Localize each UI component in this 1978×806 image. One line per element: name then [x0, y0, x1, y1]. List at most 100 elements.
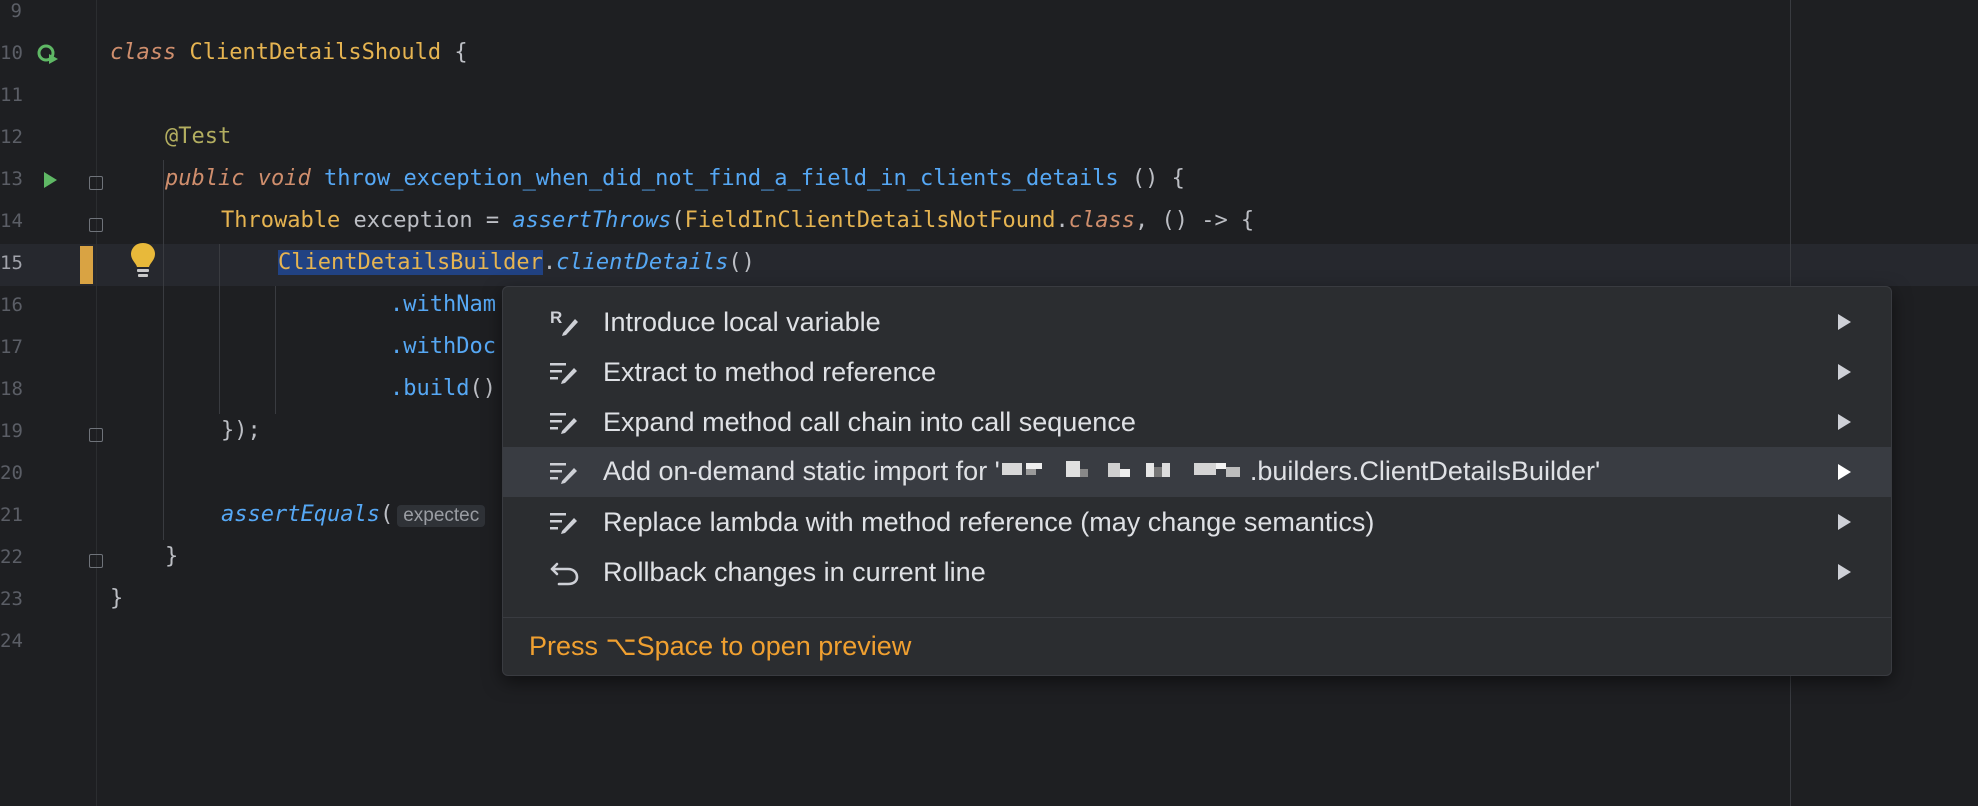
code-text: });	[221, 418, 261, 443]
line-number: 10	[0, 42, 23, 64]
line-number: 23	[0, 588, 23, 610]
line-number: 19	[0, 420, 23, 442]
fold-marker-icon[interactable]	[89, 428, 103, 442]
annotation: @Test	[165, 124, 232, 149]
intention-actions-popup[interactable]: R Introduce local variable Extract to me…	[502, 286, 1892, 676]
popup-footer-divider	[503, 617, 1891, 618]
intention-item-label: Expand method call chain into call seque…	[603, 406, 1136, 437]
line-number: 15	[0, 252, 23, 274]
parameter-hint: expectec	[397, 505, 486, 527]
edit-lines-icon	[545, 357, 585, 387]
submenu-arrow-icon[interactable]	[1838, 514, 1851, 530]
code-text: () {	[1118, 166, 1185, 191]
method-call: assertThrows	[512, 208, 672, 233]
code-line-22[interactable]: }	[165, 544, 178, 569]
submenu-arrow-icon[interactable]	[1838, 314, 1851, 330]
method-call: assertEquals	[221, 502, 380, 527]
code-text: ()	[469, 376, 496, 401]
code-text: (	[671, 208, 685, 233]
refactor-icon: R	[545, 307, 585, 337]
intention-item-rollback-changes[interactable]: Rollback changes in current line	[503, 547, 1891, 597]
line-number: 21	[0, 504, 23, 526]
intention-item-label: Replace lambda with method reference (ma…	[603, 506, 1375, 537]
run-test-icon[interactable]	[44, 172, 57, 188]
intention-item-label: Add on-demand static import for ' .build…	[603, 456, 1600, 488]
code-line-10[interactable]: class ClientDetailsShould {	[110, 40, 468, 65]
edit-lines-icon	[545, 407, 585, 437]
code-line-15[interactable]: ClientDetailsBuilder.clientDetails()	[278, 250, 755, 275]
submenu-arrow-icon[interactable]	[1838, 464, 1851, 480]
line-number: 14	[0, 210, 23, 232]
code-line-23[interactable]: }	[110, 586, 123, 611]
intention-item-label: Extract to method reference	[603, 356, 937, 387]
line-number: 17	[0, 336, 23, 358]
submenu-arrow-icon[interactable]	[1838, 564, 1851, 580]
change-marker[interactable]	[80, 246, 93, 284]
code-text: , () -> {	[1134, 208, 1255, 233]
keyword: class	[110, 40, 177, 65]
intention-item-replace-lambda[interactable]: Replace lambda with method reference (ma…	[503, 497, 1891, 547]
line-number: 9	[10, 0, 22, 22]
preview-hint[interactable]: Press ⌥Space to open preview	[529, 631, 911, 662]
line-number: 22	[0, 546, 23, 568]
code-line-16[interactable]: .withNam	[390, 292, 496, 317]
code-text: .	[1055, 208, 1069, 233]
label-prefix: Add on-demand static import for '	[603, 455, 1000, 486]
keyword: void	[257, 166, 311, 191]
fold-marker-icon[interactable]	[89, 176, 103, 190]
lightbulb-icon[interactable]	[128, 240, 158, 280]
line-number: 16	[0, 294, 23, 316]
intention-item-label: Introduce local variable	[603, 306, 881, 337]
gutter-separator	[96, 0, 97, 806]
code-line-19[interactable]: });	[221, 418, 261, 443]
line-number: 12	[0, 126, 23, 148]
line-number: 20	[0, 462, 23, 484]
method-call: .withDoc	[390, 334, 496, 359]
intention-item-label: Rollback changes in current line	[603, 556, 986, 587]
code-text: }	[110, 586, 124, 611]
code-text: }	[165, 544, 179, 569]
line-number: 13	[0, 168, 23, 190]
code-text: (	[379, 502, 394, 527]
method-call: clientDetails	[556, 250, 729, 275]
line-number: 24	[0, 630, 23, 652]
type-name: Throwable	[221, 208, 341, 233]
line-number: 18	[0, 378, 23, 400]
code-line-12[interactable]: @Test	[165, 124, 231, 149]
fold-marker-icon[interactable]	[89, 218, 103, 232]
submenu-arrow-icon[interactable]	[1838, 364, 1851, 380]
line-number: 11	[0, 84, 23, 106]
brace: {	[454, 40, 468, 65]
code-line-14[interactable]: Throwable exception = assertThrows(Field…	[221, 208, 1254, 233]
indent-guide	[163, 160, 164, 540]
code-text: ()	[728, 250, 755, 275]
method-call: .withNam	[390, 292, 496, 317]
code-text: exception =	[340, 208, 513, 233]
submenu-arrow-icon[interactable]	[1838, 414, 1851, 430]
intention-item-add-static-import[interactable]: Add on-demand static import for ' .build…	[503, 447, 1891, 497]
code-text: .	[542, 250, 557, 275]
indent-guide	[275, 286, 276, 414]
code-line-17[interactable]: .withDoc	[390, 334, 496, 359]
edit-lines-icon	[545, 507, 585, 537]
intention-item-introduce-local-variable[interactable]: R Introduce local variable	[503, 297, 1891, 347]
class-name: FieldInClientDetailsNotFound	[684, 208, 1056, 233]
class-name: ClientDetailsBuilder	[278, 250, 543, 275]
svg-text:R: R	[550, 308, 562, 327]
label-suffix: .builders.ClientDetailsBuilder'	[1249, 455, 1601, 486]
redacted-package-name	[1000, 457, 1250, 488]
keyword: public	[165, 166, 245, 191]
keyword: class	[1068, 208, 1135, 233]
code-line-18[interactable]: .build()	[390, 376, 496, 401]
fold-marker-icon[interactable]	[89, 554, 103, 568]
run-test-class-icon[interactable]	[37, 44, 59, 66]
intention-item-expand-call-chain[interactable]: Expand method call chain into call seque…	[503, 397, 1891, 447]
method-call: .build	[390, 376, 470, 401]
method-name: throw_exception_when_did_not_find_a_fiel…	[323, 166, 1119, 191]
code-line-13[interactable]: public void throw_exception_when_did_not…	[165, 166, 1185, 191]
class-name: ClientDetailsShould	[189, 40, 442, 65]
code-line-21[interactable]: assertEquals(expectec	[221, 502, 489, 527]
intention-item-extract-method-reference[interactable]: Extract to method reference	[503, 347, 1891, 397]
undo-icon	[545, 557, 585, 587]
indent-guide	[219, 244, 220, 414]
